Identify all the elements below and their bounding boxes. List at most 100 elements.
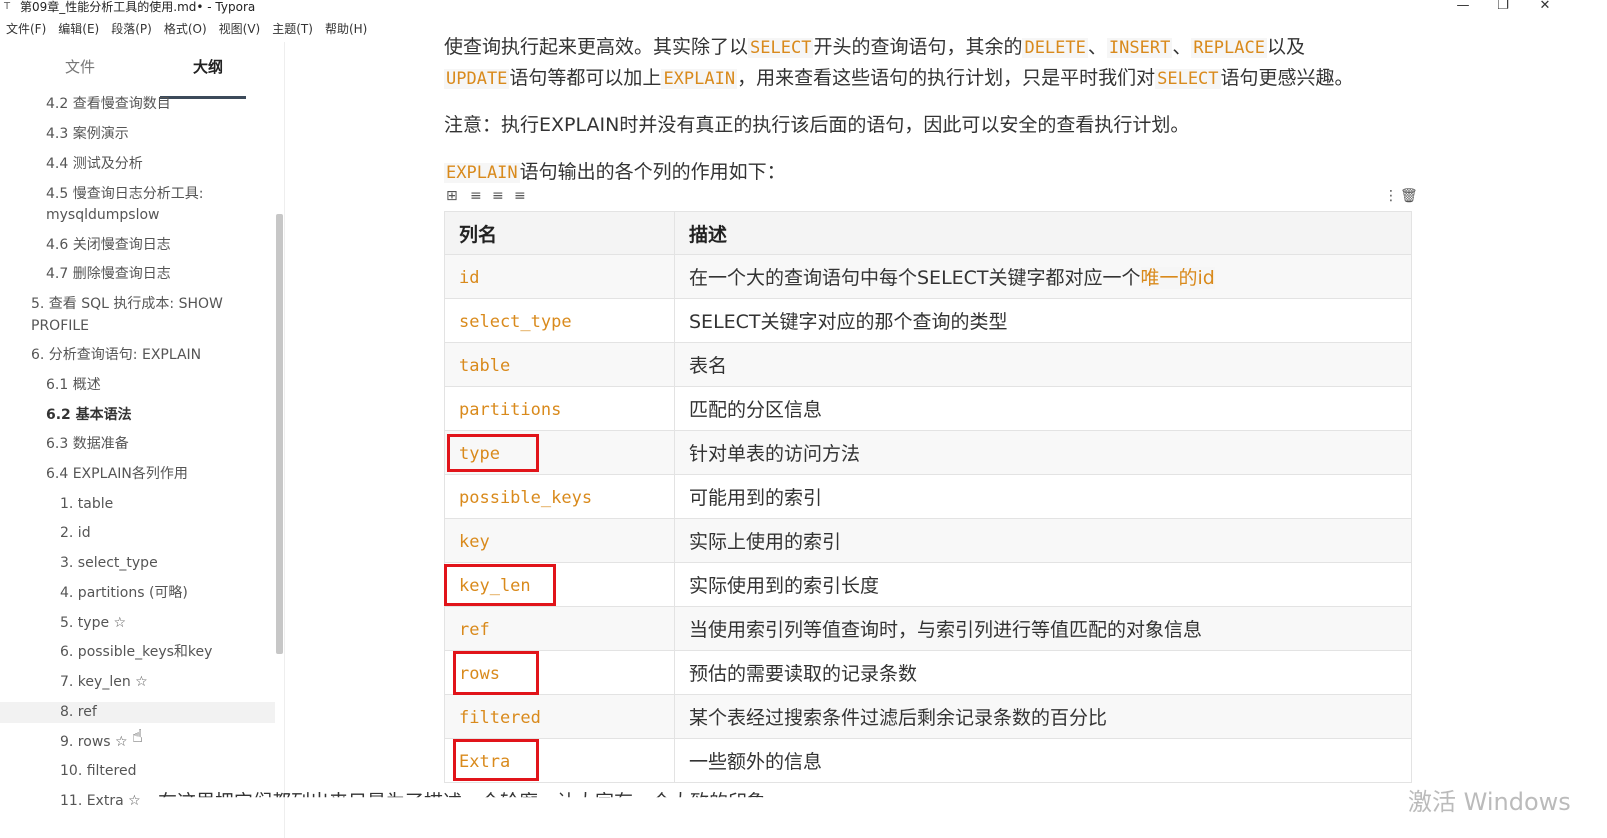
outline-item[interactable]: 4.5 慢查询日志分析工具: bbox=[46, 184, 203, 205]
sidebar: 文件 大纲 4.2 查看慢查询数目 4.3 案例演示 4.4 测试及分析 4.5… bbox=[0, 42, 285, 838]
menu-paragraph[interactable]: 段落(P) bbox=[105, 20, 158, 40]
outline-item-hover[interactable]: 8. ref bbox=[0, 702, 275, 723]
outline-item[interactable]: 4.3 案例演示 bbox=[46, 124, 129, 145]
table-cell[interactable]: 针对单表的访问方法 bbox=[674, 430, 1412, 475]
table-row: id 在一个大的查询语句中每个SELECT关键字都对应一个唯一的id bbox=[444, 254, 1412, 299]
outline-item[interactable]: PROFILE bbox=[31, 316, 89, 337]
table-cell[interactable]: select_type bbox=[444, 298, 675, 343]
outline-item[interactable]: 6.1 概述 bbox=[46, 375, 101, 396]
table-cell[interactable]: partitions bbox=[444, 386, 675, 431]
outline-item[interactable]: 4. partitions (可略) bbox=[60, 583, 188, 604]
outline-item[interactable]: 4.6 关闭慢查询日志 bbox=[46, 235, 171, 256]
table-row: key_len 实际使用到的索引长度 bbox=[444, 562, 1412, 607]
outline-item[interactable]: 11. Extra ☆ bbox=[60, 791, 141, 812]
outline-item[interactable]: 6.3 数据准备 bbox=[46, 434, 129, 455]
hand-cursor-icon: ☝ bbox=[132, 726, 143, 747]
menu-view[interactable]: 视图(V) bbox=[213, 20, 267, 40]
table-cell[interactable]: possible_keys bbox=[444, 474, 675, 519]
table-cell[interactable]: key bbox=[444, 518, 675, 563]
table-cell[interactable]: type bbox=[444, 430, 675, 475]
column-name: select_type bbox=[459, 311, 572, 332]
outline-item[interactable]: 10. filtered bbox=[60, 761, 136, 782]
align-center-icon[interactable]: ≡ bbox=[492, 188, 504, 204]
table-header-row: 列名 描述 bbox=[444, 211, 1412, 255]
outline-item[interactable]: 7. key_len ☆ bbox=[60, 672, 148, 693]
annotation-box bbox=[447, 434, 539, 472]
more-options-icon[interactable]: ⋮ bbox=[1384, 188, 1398, 204]
outline-item[interactable]: 3. select_type bbox=[60, 553, 158, 574]
menu-edit[interactable]: 编辑(E) bbox=[52, 20, 105, 40]
table-cell[interactable]: key_len bbox=[444, 562, 675, 607]
column-name: possible_keys bbox=[459, 487, 593, 508]
table-row: partitions 匹配的分区信息 bbox=[444, 386, 1412, 431]
align-right-icon[interactable]: ≡ bbox=[514, 188, 526, 204]
table-resize-icon[interactable]: ⊞ bbox=[446, 188, 458, 204]
column-desc: 在一个大的查询语句中每个SELECT关键字都对应一个 bbox=[689, 267, 1141, 289]
text: 开头的查询语句，其余的 bbox=[813, 36, 1023, 58]
outline-item[interactable]: 1. table bbox=[60, 494, 113, 515]
text: 语句输出的各个列的作用如下： bbox=[519, 161, 786, 183]
menu-format[interactable]: 格式(O) bbox=[158, 20, 213, 40]
inline-code: INSERT bbox=[1106, 38, 1173, 58]
outline-item[interactable]: 5. 查看 SQL 执行成本: SHOW bbox=[31, 294, 223, 315]
table-cell[interactable]: 当使用索引列等值查询时，与索引列进行等值匹配的对象信息 bbox=[674, 606, 1412, 651]
outline-item[interactable]: mysqldumpslow bbox=[46, 205, 159, 226]
table-cell[interactable]: 在一个大的查询语句中每个SELECT关键字都对应一个唯一的id bbox=[674, 254, 1412, 299]
table-cell[interactable]: ref bbox=[444, 606, 675, 651]
table-row: type 针对单表的访问方法 bbox=[444, 430, 1412, 475]
highlighted-text: 唯一的id bbox=[1140, 267, 1215, 289]
table-cell[interactable]: 预估的需要读取的记录条数 bbox=[674, 650, 1412, 695]
outline-item[interactable]: 5. type ☆ bbox=[60, 613, 126, 634]
table-cell[interactable]: 实际使用到的索引长度 bbox=[674, 562, 1412, 607]
table-cell[interactable]: 可能用到的索引 bbox=[674, 474, 1412, 519]
table-cell[interactable]: 实际上使用的索引 bbox=[674, 518, 1412, 563]
editor-area[interactable]: 使查询执行起来更高效。其实除了以 SELECT 开头的查询语句，其余的 DELETE、… bbox=[286, 20, 1607, 838]
annotation-box bbox=[453, 651, 539, 695]
text: 、 bbox=[1087, 36, 1107, 58]
outline-item[interactable]: 6. 分析查询语句: EXPLAIN bbox=[31, 345, 201, 366]
inline-code: REPLACE bbox=[1191, 38, 1267, 58]
outline-item[interactable]: 9. rows ☆ bbox=[60, 732, 128, 753]
tab-files[interactable]: 文件 bbox=[40, 56, 120, 77]
outline-item[interactable]: 4.7 删除慢查询日志 bbox=[46, 264, 171, 285]
explain-columns-table: 列名 描述 id 在一个大的查询语句中每个SELECT关键字都对应一个唯一的id… bbox=[444, 211, 1412, 783]
tab-active-indicator bbox=[160, 96, 246, 99]
tab-outline[interactable]: 大纲 bbox=[168, 56, 248, 77]
title-bar: T 第09章_性能分析工具的使用.md• - Typora — ❐ ✕ bbox=[0, 0, 1607, 16]
delete-table-icon[interactable]: 🗑 bbox=[1400, 188, 1418, 204]
column-desc: 可能用到的索引 bbox=[689, 487, 823, 509]
table-row: select_type SELECT关键字对应的那个查询的类型 bbox=[444, 298, 1412, 343]
table-cell[interactable]: Extra bbox=[444, 738, 675, 783]
align-left-icon[interactable]: ≡ bbox=[470, 188, 482, 204]
table-toolbar: ⊞ ≡ ≡ ≡ ⋮ 🗑 bbox=[446, 188, 1418, 208]
inline-code: DELETE bbox=[1022, 38, 1088, 58]
table-cell[interactable]: SELECT关键字对应的那个查询的类型 bbox=[674, 298, 1412, 343]
outline-item[interactable]: 4.2 查看慢查询数目 bbox=[46, 94, 171, 115]
minimize-icon[interactable]: — bbox=[1448, 0, 1478, 13]
outline-item[interactable]: 2. id bbox=[60, 523, 91, 544]
table-cell[interactable]: 匹配的分区信息 bbox=[674, 386, 1412, 431]
table-row: table 表名 bbox=[444, 342, 1412, 387]
annotation-box bbox=[444, 564, 556, 606]
table-row: filtered 某个表经过搜索条件过滤后剩余记录条数的百分比 bbox=[444, 694, 1412, 739]
table-cell[interactable]: 表名 bbox=[674, 342, 1412, 387]
table-cell[interactable]: rows bbox=[444, 650, 675, 695]
table-cell[interactable]: 某个表经过搜索条件过滤后剩余记录条数的百分比 bbox=[674, 694, 1412, 739]
column-desc: SELECT关键字对应的那个查询的类型 bbox=[689, 311, 1008, 333]
restore-icon[interactable]: ❐ bbox=[1488, 0, 1518, 13]
table-cell[interactable]: 一些额外的信息 bbox=[674, 738, 1412, 783]
outline-item[interactable]: 4.4 测试及分析 bbox=[46, 154, 143, 175]
close-icon[interactable]: ✕ bbox=[1530, 0, 1560, 13]
outline-item[interactable]: 6. possible_keys和key bbox=[60, 642, 212, 663]
inline-code: SELECT bbox=[1155, 69, 1221, 89]
table-cell[interactable]: filtered bbox=[444, 694, 675, 739]
menu-file[interactable]: 文件(F) bbox=[0, 20, 52, 40]
table-row: Extra 一些额外的信息 bbox=[444, 738, 1412, 783]
table-cell[interactable]: table bbox=[444, 342, 675, 387]
column-desc: 实际上使用的索引 bbox=[689, 531, 842, 553]
outline-item[interactable]: 6.4 EXPLAIN各列作用 bbox=[46, 464, 188, 485]
inline-code: EXPLAIN bbox=[661, 69, 738, 89]
sidebar-scrollbar[interactable] bbox=[276, 214, 283, 654]
outline-item-active[interactable]: 6.2 基本语法 bbox=[46, 405, 132, 426]
table-cell[interactable]: id bbox=[444, 254, 675, 299]
